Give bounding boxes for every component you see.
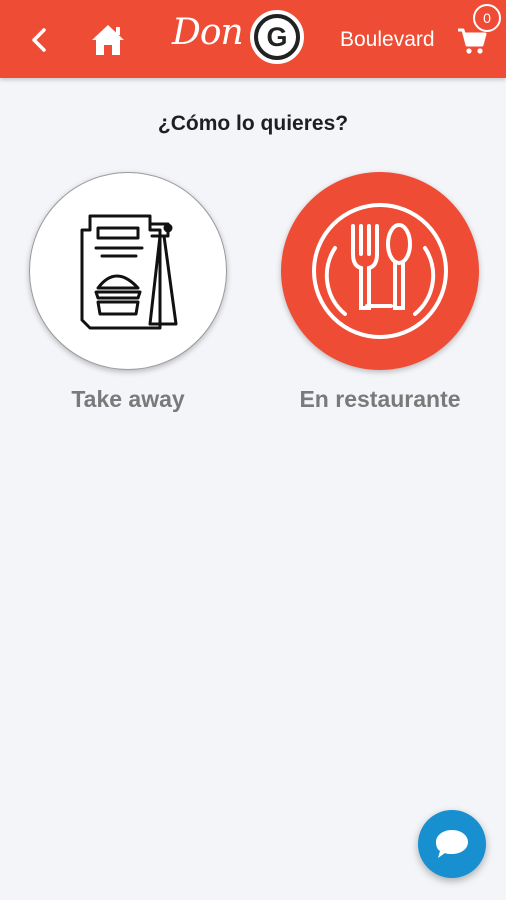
back-arrow-icon	[32, 28, 46, 52]
brand-logo[interactable]: Don G	[166, 6, 308, 68]
takeaway-bag-icon	[80, 214, 178, 330]
cart-count-badge: 0	[473, 4, 501, 32]
restaurant-circle[interactable]	[281, 172, 479, 370]
chat-bubble-icon	[436, 830, 468, 858]
back-button[interactable]	[24, 22, 58, 58]
logo-badge: G	[250, 10, 304, 64]
restaurant-label[interactable]: En restaurante	[280, 386, 480, 413]
takeaway-circle[interactable]	[29, 172, 227, 370]
takeaway-option[interactable]: Take away	[28, 172, 228, 412]
takeaway-label[interactable]: Take away	[28, 386, 228, 413]
logo-badge-letter: G	[258, 18, 296, 56]
home-icon	[92, 25, 124, 55]
branch-selector[interactable]: Boulevard	[340, 28, 435, 52]
home-button[interactable]	[88, 20, 128, 60]
restaurant-option[interactable]: En restaurante	[280, 172, 480, 412]
fork-spoon-plate-icon	[312, 203, 448, 339]
order-type-question: ¿Cómo lo quieres?	[157, 112, 349, 135]
chat-button[interactable]	[418, 810, 486, 878]
top-bar: Don G Boulevard 0	[0, 0, 506, 78]
logo-script-text: Don	[172, 12, 244, 53]
